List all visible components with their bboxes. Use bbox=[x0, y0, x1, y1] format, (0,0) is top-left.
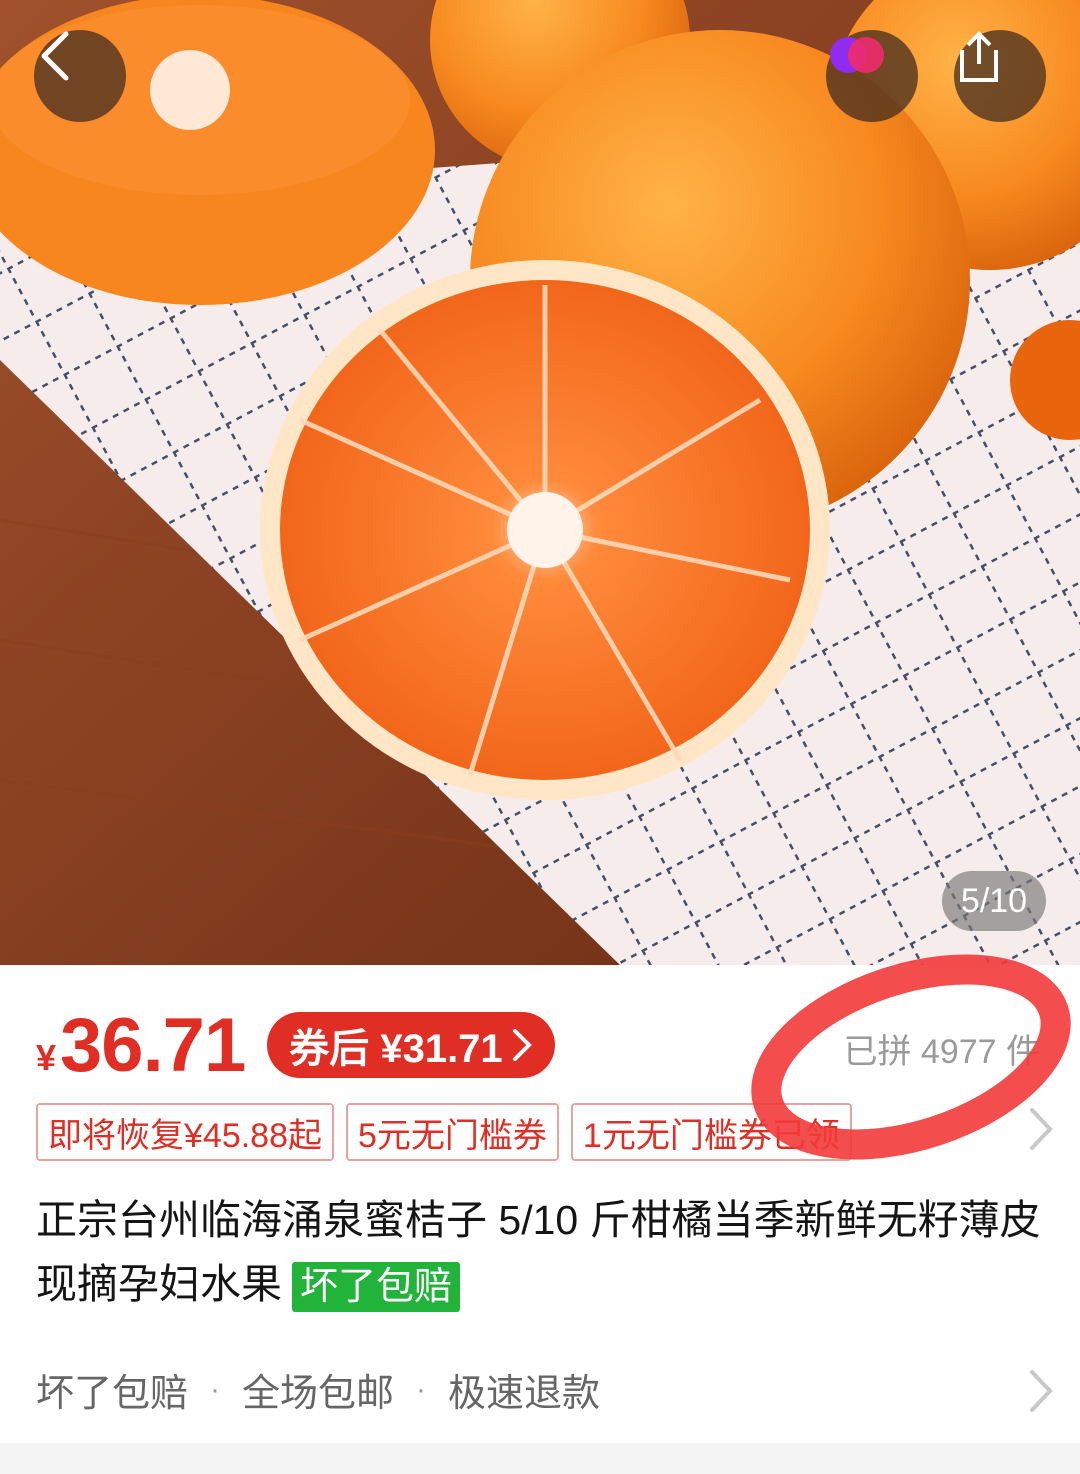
current-price: 36.71 bbox=[60, 1002, 246, 1088]
image-pager: 5/10 bbox=[942, 871, 1046, 931]
sold-count: 已拼 4977 件 bbox=[843, 1033, 1040, 1071]
product-image-gallery[interactable]: 5/10 bbox=[0, 0, 1080, 965]
chevron-left-icon bbox=[41, 31, 69, 81]
promo-tag-coupon-1[interactable]: 1元无门槛券已领 bbox=[570, 1103, 852, 1161]
brand-button[interactable] bbox=[826, 30, 918, 122]
share-button[interactable] bbox=[954, 30, 1046, 122]
coupon-price-label: 券后 ¥31.71 bbox=[289, 1027, 503, 1071]
product-photo bbox=[0, 0, 1080, 965]
chevron-right-icon[interactable] bbox=[1020, 1106, 1060, 1152]
separator-dot: · bbox=[416, 1372, 427, 1406]
promo-tags[interactable]: 即将恢复¥45.88起 5元无门槛券 1元无门槛券已领 bbox=[36, 1103, 852, 1161]
promo-tag-restore[interactable]: 即将恢复¥45.88起 bbox=[36, 1103, 334, 1161]
back-button[interactable] bbox=[34, 30, 126, 122]
app-logo-icon bbox=[830, 37, 884, 73]
service-row[interactable]: 坏了包赔 · 全场包邮 · 极速退款 bbox=[36, 1362, 600, 1417]
guarantee-badge: 坏了包赔 bbox=[292, 1262, 461, 1313]
separator-dot: · bbox=[210, 1372, 221, 1406]
chevron-right-icon[interactable] bbox=[1020, 1368, 1060, 1414]
service-item: 坏了包赔 bbox=[36, 1373, 189, 1415]
share-icon bbox=[960, 31, 998, 82]
service-item: 极速退款 bbox=[448, 1373, 601, 1415]
chevron-right-icon bbox=[512, 1029, 532, 1061]
promo-tag-coupon-5[interactable]: 5元无门槛券 bbox=[346, 1103, 559, 1161]
product-title: 正宗台州临海涌泉蜜桔子 5/10 斤柑橘当季新鲜无籽薄皮现摘孕妇水果 坏了包赔 bbox=[36, 1188, 1046, 1316]
product-title-text: 正宗台州临海涌泉蜜桔子 5/10 斤柑橘当季新鲜无籽薄皮现摘孕妇水果 bbox=[36, 1197, 1041, 1307]
price-row: ¥ 36.71 券后 ¥31.71 bbox=[36, 1000, 555, 1090]
coupon-price-button[interactable]: 券后 ¥31.71 bbox=[267, 1012, 555, 1078]
service-item: 全场包邮 bbox=[242, 1373, 395, 1415]
currency-symbol: ¥ bbox=[36, 1037, 57, 1078]
